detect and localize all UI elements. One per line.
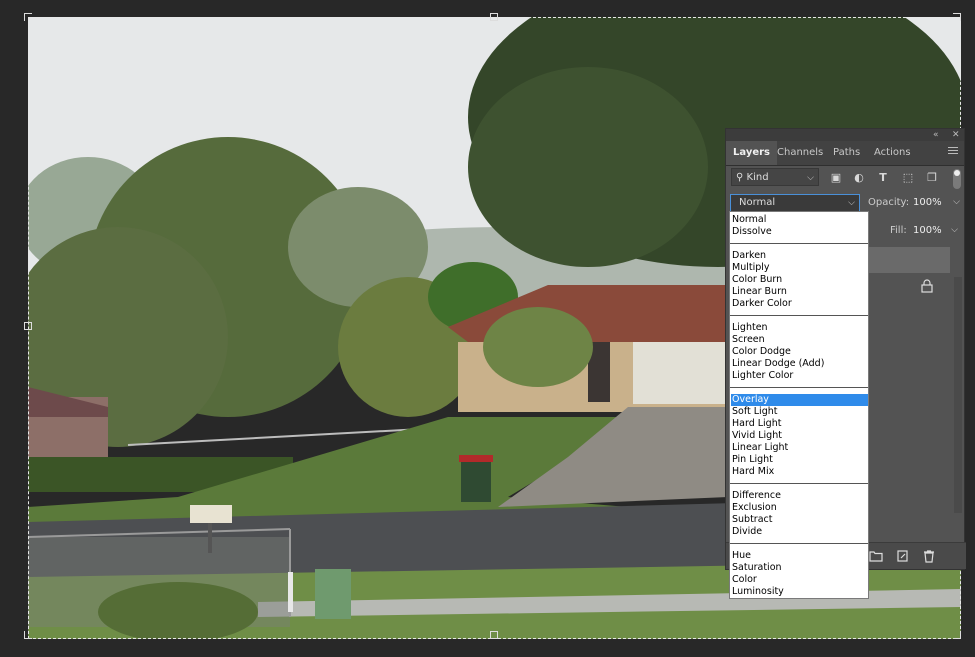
dropdown-separator	[730, 483, 868, 484]
blend-option-vivid-light[interactable]: Vivid Light	[731, 430, 868, 442]
blend-option-color-dodge[interactable]: Color Dodge	[731, 346, 868, 358]
blend-option-overlay[interactable]: Overlay	[731, 394, 868, 406]
layer-filter-row: ⚲ Kind ⌵ ▣ ◐ T ⬚ ❐	[726, 165, 966, 193]
blend-option-normal[interactable]: Normal	[731, 214, 868, 226]
blend-option-divide[interactable]: Divide	[731, 526, 868, 538]
collapse-panel-icon[interactable]: «	[933, 129, 939, 141]
transform-handle-top-center[interactable]	[490, 13, 498, 21]
blend-option-difference[interactable]: Difference	[731, 490, 868, 502]
blend-option-luminosity[interactable]: Luminosity	[731, 586, 868, 598]
transform-handle-bottom-right[interactable]	[953, 631, 961, 639]
filter-kind-label: Kind	[746, 172, 769, 183]
chevron-down-icon: ⌵	[848, 198, 855, 208]
tab-actions[interactable]: Actions	[867, 141, 918, 165]
blend-option-subtract[interactable]: Subtract	[731, 514, 868, 526]
filter-kind-select[interactable]: ⚲ Kind ⌵	[731, 168, 819, 186]
blend-option-screen[interactable]: Screen	[731, 334, 868, 346]
dropdown-separator	[730, 387, 868, 388]
tab-channels[interactable]: Channels	[770, 141, 830, 165]
blend-option-linear-light[interactable]: Linear Light	[731, 442, 868, 454]
blend-option-pin-light[interactable]: Pin Light	[731, 454, 868, 466]
transform-handle-middle-left[interactable]	[24, 322, 32, 330]
blend-option-color-burn[interactable]: Color Burn	[731, 274, 868, 286]
close-panel-icon[interactable]: ✕	[952, 129, 960, 141]
opacity-value[interactable]: 100%	[913, 197, 942, 208]
blend-option-linear-dodge-add[interactable]: Linear Dodge (Add)	[731, 358, 868, 370]
panel-tabs: Layers Channels Paths Actions	[726, 141, 964, 166]
shape-filter-icon[interactable]: ⬚	[901, 171, 915, 185]
transform-handle-top-right[interactable]	[953, 13, 961, 21]
blend-option-saturation[interactable]: Saturation	[731, 562, 868, 574]
blend-option-color[interactable]: Color	[731, 574, 868, 586]
filter-toggle[interactable]	[953, 169, 961, 189]
blend-mode-value: Normal	[739, 197, 776, 208]
blend-option-dissolve[interactable]: Dissolve	[731, 226, 868, 238]
transform-handle-bottom-left[interactable]	[24, 631, 32, 639]
panel-menu-icon[interactable]	[948, 147, 958, 157]
type-filter-icon[interactable]: T	[876, 171, 890, 185]
fill-label: Fill:	[890, 225, 907, 236]
fill-value[interactable]: 100%	[913, 225, 942, 236]
blend-option-darken[interactable]: Darken	[731, 250, 868, 262]
search-icon: ⚲	[736, 172, 744, 183]
blend-option-lighten[interactable]: Lighten	[731, 322, 868, 334]
dropdown-separator	[730, 315, 868, 316]
dropdown-separator	[730, 243, 868, 244]
blend-option-exclusion[interactable]: Exclusion	[731, 502, 868, 514]
transform-handle-bottom-center[interactable]	[490, 631, 498, 639]
lock-icon	[921, 279, 933, 293]
dropdown-separator	[730, 543, 868, 544]
blend-option-hard-light[interactable]: Hard Light	[731, 418, 868, 430]
opacity-chevron-icon[interactable]: ⌵	[953, 197, 960, 207]
blend-mode-dropdown[interactable]: Normal Dissolve Darken Multiply Color Burn Li…	[729, 211, 869, 599]
blend-option-linear-burn[interactable]: Linear Burn	[731, 286, 868, 298]
image-filter-icon[interactable]: ▣	[829, 171, 843, 185]
fill-chevron-icon[interactable]: ⌵	[951, 225, 958, 235]
opacity-label: Opacity:	[868, 197, 910, 208]
blend-option-hue[interactable]: Hue	[731, 550, 868, 562]
panel-scrollbar[interactable]	[954, 277, 962, 513]
blend-option-multiply[interactable]: Multiply	[731, 262, 868, 274]
blend-option-hard-mix[interactable]: Hard Mix	[731, 466, 868, 478]
trash-icon[interactable]	[922, 549, 936, 563]
blend-option-darker-color[interactable]: Darker Color	[731, 298, 868, 310]
blend-mode-select[interactable]: Normal ⌵	[730, 194, 860, 212]
blend-option-soft-light[interactable]: Soft Light	[731, 406, 868, 418]
folder-icon[interactable]	[869, 549, 883, 563]
smart-object-filter-icon[interactable]: ❐	[925, 171, 939, 185]
transform-handle-top-left[interactable]	[24, 13, 32, 21]
new-layer-icon[interactable]	[896, 549, 910, 563]
chevron-down-icon: ⌵	[807, 173, 814, 183]
blend-option-lighter-color[interactable]: Lighter Color	[731, 370, 868, 382]
tab-paths[interactable]: Paths	[826, 141, 867, 165]
panel-title-bar[interactable]: « ✕	[726, 129, 964, 141]
adjustment-filter-icon[interactable]: ◐	[852, 171, 866, 185]
